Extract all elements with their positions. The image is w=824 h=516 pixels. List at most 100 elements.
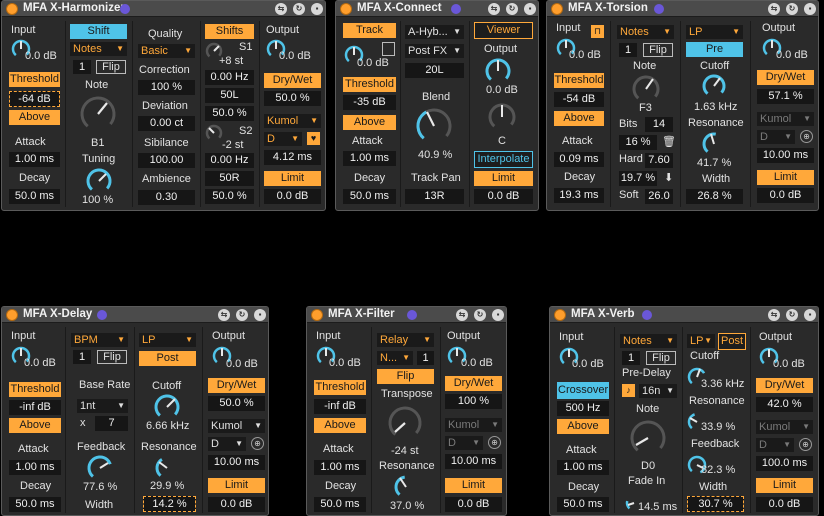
width-value[interactable]: 26.8 % bbox=[686, 189, 743, 204]
fold-icon[interactable]: ⇆ bbox=[488, 3, 500, 15]
globe-icon[interactable]: ⊕ bbox=[800, 130, 813, 143]
filter-select[interactable]: LP bbox=[687, 334, 715, 348]
limit-value[interactable]: 0.0 dB bbox=[445, 497, 502, 512]
decay-value[interactable]: 50.0 ms bbox=[314, 497, 366, 512]
width-value[interactable]: 30.7 % bbox=[687, 496, 744, 512]
trash-icon[interactable]: 🗑 bbox=[662, 135, 676, 148]
power-icon[interactable] bbox=[340, 3, 352, 15]
attack-value[interactable]: 1.00 ms bbox=[9, 152, 60, 167]
resonance-knob[interactable] bbox=[701, 131, 727, 157]
drywet-button[interactable]: Dry/Wet bbox=[756, 378, 813, 393]
s1-pan-value[interactable]: 50L bbox=[205, 88, 254, 103]
threshold-value[interactable]: -54 dB bbox=[554, 92, 604, 107]
sub-select[interactable]: N... bbox=[377, 351, 413, 365]
fold-icon[interactable]: ⇆ bbox=[275, 3, 287, 15]
interpolate-button[interactable]: Interpolate bbox=[474, 151, 533, 168]
save-icon[interactable]: ▪ bbox=[492, 309, 504, 321]
drywet-value[interactable]: 57.1 % bbox=[757, 89, 814, 104]
flip-button[interactable]: Flip bbox=[646, 351, 676, 365]
pan-knob[interactable] bbox=[487, 102, 517, 132]
attack-value[interactable]: 1.00 ms bbox=[314, 460, 366, 475]
refresh-icon[interactable]: ↻ bbox=[506, 3, 518, 15]
fx-select[interactable]: Post FX bbox=[405, 44, 464, 58]
drywet-value[interactable]: 100 % bbox=[445, 394, 502, 409]
voice-number[interactable]: 1 bbox=[417, 351, 434, 365]
channel-value[interactable]: 20L bbox=[405, 63, 464, 78]
waveform-icon[interactable]: ⊓ bbox=[591, 25, 604, 38]
post-button[interactable]: Post bbox=[139, 351, 196, 366]
correction-value[interactable]: 100 % bbox=[138, 80, 195, 95]
threshold-button[interactable]: Threshold bbox=[343, 77, 396, 92]
above-button[interactable]: Above bbox=[314, 418, 366, 433]
attack-value[interactable]: 0.09 ms bbox=[554, 152, 604, 167]
mode-select[interactable]: Notes bbox=[620, 334, 677, 348]
quality-select[interactable]: Basic bbox=[138, 44, 195, 58]
limit-button[interactable]: Limit bbox=[208, 478, 265, 493]
attack-value[interactable]: 1.00 ms bbox=[343, 151, 396, 166]
s1-hz-value[interactable]: 0.00 Hz bbox=[205, 70, 254, 85]
blend-knob[interactable] bbox=[413, 105, 455, 147]
fold-icon[interactable]: ⇆ bbox=[768, 3, 780, 15]
note-icon[interactable]: ♪ bbox=[622, 384, 635, 397]
mode-select[interactable]: Relay bbox=[377, 333, 434, 347]
viewer-button[interactable]: Viewer bbox=[474, 22, 533, 39]
threshold-value[interactable]: -inf dB bbox=[314, 399, 366, 414]
threshold-value[interactable]: -64 dB bbox=[9, 91, 60, 107]
latency-value[interactable]: 100.0 ms bbox=[756, 456, 813, 471]
dither-select[interactable]: Kumol bbox=[445, 418, 502, 432]
limit-value[interactable]: 0.0 dB bbox=[474, 189, 533, 204]
filter-select[interactable]: LP bbox=[686, 25, 743, 39]
decay-value[interactable]: 50.0 ms bbox=[343, 189, 396, 204]
refresh-icon[interactable]: ↻ bbox=[786, 3, 798, 15]
note-knob[interactable] bbox=[627, 417, 669, 459]
dither-select[interactable]: Kumol bbox=[264, 114, 321, 128]
dither-sub-select[interactable]: D bbox=[208, 437, 246, 451]
dither-sub-select[interactable]: D bbox=[756, 438, 794, 452]
limit-button[interactable]: Limit bbox=[757, 170, 814, 185]
refresh-icon[interactable]: ↻ bbox=[786, 309, 798, 321]
threshold-button[interactable]: Threshold bbox=[314, 380, 366, 395]
shift-button[interactable]: Shift bbox=[70, 24, 127, 39]
fold-icon[interactable]: ⇆ bbox=[218, 309, 230, 321]
voice-number[interactable]: 1 bbox=[73, 350, 91, 364]
pre-button[interactable]: Pre bbox=[686, 42, 743, 57]
note-knob[interactable] bbox=[77, 93, 119, 135]
above-button[interactable]: Above bbox=[554, 111, 604, 126]
dither-sub-select[interactable]: D bbox=[445, 436, 483, 450]
flip-button[interactable]: Flip bbox=[97, 350, 127, 364]
mix-value[interactable]: 16 % bbox=[619, 135, 657, 150]
tuning-knob[interactable] bbox=[85, 167, 113, 195]
above-button[interactable]: Above bbox=[343, 115, 396, 130]
globe-icon[interactable]: ⊕ bbox=[799, 438, 812, 451]
limit-button[interactable]: Limit bbox=[474, 171, 533, 186]
save-icon[interactable]: ▪ bbox=[804, 309, 816, 321]
drywet-button[interactable]: Dry/Wet bbox=[208, 378, 265, 393]
drywet-value[interactable]: 50.0 % bbox=[264, 91, 321, 106]
limit-button[interactable]: Limit bbox=[264, 171, 321, 186]
refresh-icon[interactable]: ↻ bbox=[293, 3, 305, 15]
cutoff-knob[interactable] bbox=[153, 393, 181, 421]
drywet-button[interactable]: Dry/Wet bbox=[264, 73, 321, 88]
limit-value[interactable]: 0.0 dB bbox=[757, 188, 814, 203]
post-button[interactable]: Post bbox=[718, 333, 746, 350]
voice-number[interactable]: 1 bbox=[619, 43, 637, 57]
crossover-value[interactable]: 500 Hz bbox=[557, 401, 609, 416]
hard-value[interactable]: 7.60 bbox=[645, 153, 673, 168]
sync-select[interactable]: BPM bbox=[71, 333, 128, 347]
cutoff-knob[interactable] bbox=[701, 73, 727, 99]
mode-select[interactable]: Notes bbox=[617, 25, 674, 39]
limit-value[interactable]: 0.0 dB bbox=[208, 497, 265, 512]
limit-button[interactable]: Limit bbox=[756, 478, 813, 493]
limit-value[interactable]: 0.0 dB bbox=[756, 497, 813, 512]
width-value[interactable]: 14.2 % bbox=[143, 496, 196, 512]
bits-value[interactable]: 14 bbox=[645, 117, 673, 132]
decay-value[interactable]: 50.0 ms bbox=[9, 497, 61, 512]
predelay-select[interactable]: 16n bbox=[639, 384, 677, 398]
trackpan-value[interactable]: 13R bbox=[405, 189, 464, 204]
attack-value[interactable]: 1.00 ms bbox=[9, 460, 61, 475]
output-knob[interactable] bbox=[484, 57, 512, 85]
drywet-value[interactable]: 50.0 % bbox=[208, 396, 265, 411]
rate-select[interactable]: 1nt bbox=[77, 399, 128, 413]
resonance-knob[interactable] bbox=[154, 455, 180, 481]
track-button[interactable]: Track bbox=[343, 23, 396, 38]
